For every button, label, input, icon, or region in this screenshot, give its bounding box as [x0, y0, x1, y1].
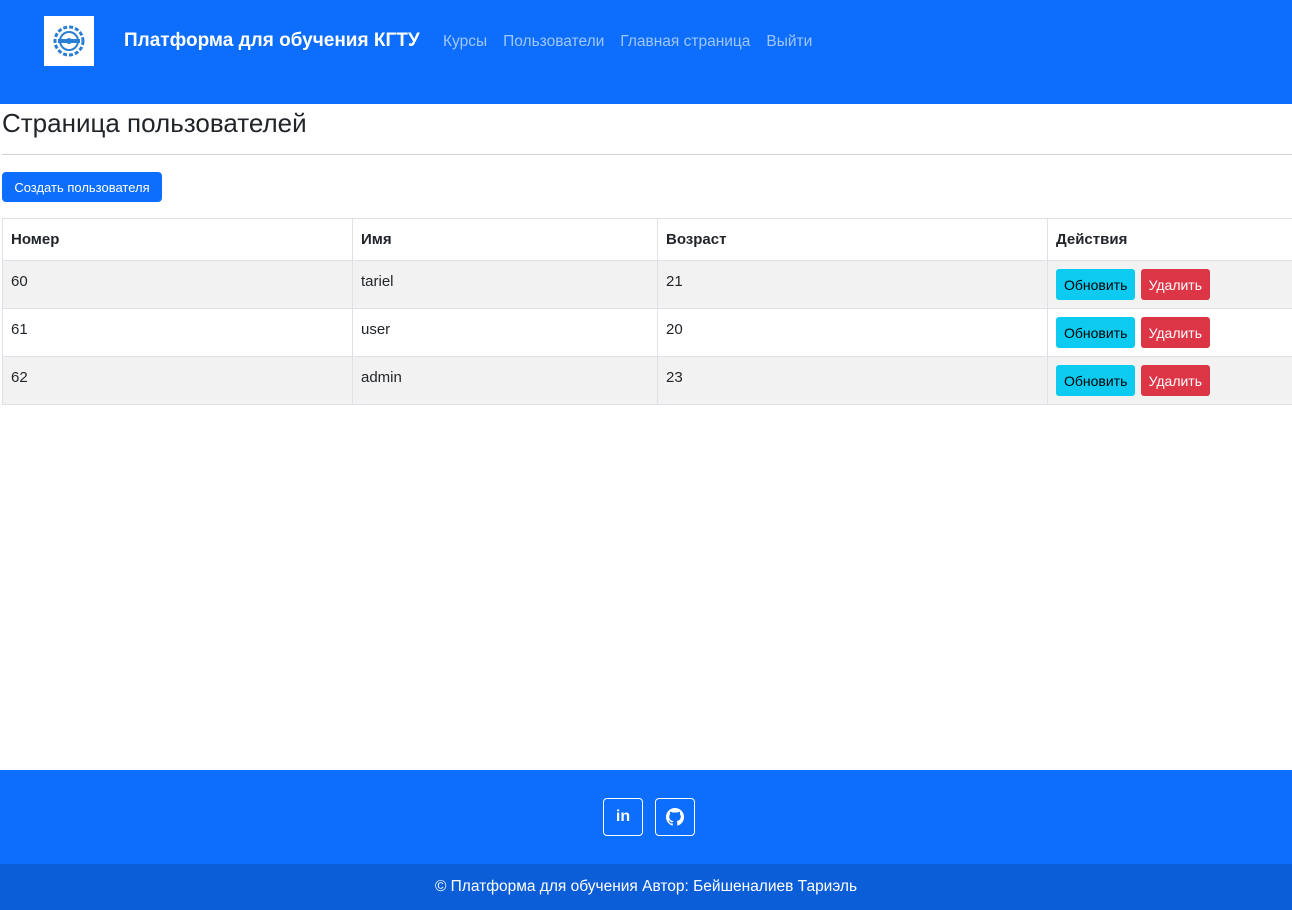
delete-button[interactable]: Удалить	[1140, 269, 1211, 300]
cell-name: admin	[352, 356, 658, 405]
cell-age: 23	[657, 356, 1048, 405]
update-button[interactable]: Обновить	[1056, 269, 1136, 300]
cell-name: tariel	[352, 260, 658, 309]
copyright: © Платформа для обучения Автор: Бейшенал…	[0, 864, 1292, 910]
cell-id: 61	[2, 308, 353, 357]
create-user-button[interactable]: Создать пользователя	[2, 172, 162, 202]
cell-actions: Обновить Удалить	[1047, 260, 1292, 309]
navbar: Платформа для обучения КГТУ Курсы Пользо…	[0, 0, 1292, 104]
update-button[interactable]: Обновить	[1056, 317, 1136, 348]
cell-id: 62	[2, 356, 353, 405]
cell-actions: Обновить Удалить	[1047, 356, 1292, 405]
cell-age: 21	[657, 260, 1048, 309]
nav-links: Курсы Пользователи Главная страница Выйт…	[443, 33, 828, 51]
page-title: Страница пользователей	[2, 108, 307, 138]
header-actions: Действия	[1047, 218, 1292, 261]
cell-id: 60	[2, 260, 353, 309]
divider	[2, 154, 1292, 155]
table-header-row: Номер Имя Возраст Действия	[2, 218, 1292, 261]
nav-link-home[interactable]: Главная страница	[620, 33, 750, 51]
delete-button[interactable]: Удалить	[1140, 365, 1211, 396]
footer-social-bar: in	[0, 770, 1292, 864]
header-age: Возраст	[657, 218, 1048, 261]
users-table: Номер Имя Возраст Действия 60 tariel 21 …	[2, 218, 1292, 405]
cell-name: user	[352, 308, 658, 357]
gear-logo-icon[interactable]	[44, 16, 94, 66]
linkedin-icon[interactable]: in	[603, 798, 643, 836]
cell-actions: Обновить Удалить	[1047, 308, 1292, 357]
header-id: Номер	[2, 218, 353, 261]
nav-link-users[interactable]: Пользователи	[503, 33, 604, 51]
update-button[interactable]: Обновить	[1056, 365, 1136, 396]
table-row: 61 user 20 Обновить Удалить	[2, 308, 1292, 357]
header-name: Имя	[352, 218, 658, 261]
table-row: 60 tariel 21 Обновить Удалить	[2, 260, 1292, 309]
table-row: 62 admin 23 Обновить Удалить	[2, 356, 1292, 405]
delete-button[interactable]: Удалить	[1140, 317, 1211, 348]
nav-link-logout[interactable]: Выйти	[766, 33, 812, 51]
github-icon[interactable]	[655, 798, 695, 836]
brand-link[interactable]: Платформа для обучения КГТУ	[124, 30, 420, 52]
nav-link-courses[interactable]: Курсы	[443, 33, 487, 51]
cell-age: 20	[657, 308, 1048, 357]
